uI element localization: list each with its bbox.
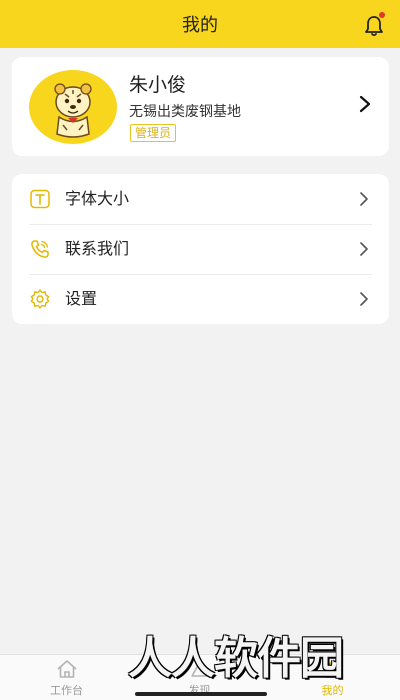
page-title: 我的 (182, 15, 218, 36)
menu-item-settings[interactable]: 设置 (12, 274, 389, 324)
profile-arrow-button[interactable] (357, 93, 373, 115)
notification-bell-button[interactable] (362, 12, 386, 38)
phone-icon (29, 238, 51, 260)
menu-item-label: 字体大小 (65, 189, 130, 208)
chevron-right-icon (359, 95, 371, 113)
role-badge: 管理员 (130, 124, 177, 142)
tab-workbench[interactable]: 工作台 (0, 655, 133, 700)
tab-label: 工作台 (50, 684, 83, 697)
menu-item-label: 设置 (65, 289, 98, 308)
chevron-right-icon (359, 291, 369, 307)
watermark-text: 人人软件园 (128, 633, 344, 684)
menu-item-contact-us[interactable]: 联系我们 (12, 224, 389, 274)
chevron-right-icon (359, 241, 369, 257)
top-navigation-bar: 我的 (0, 0, 400, 48)
font-size-icon (29, 188, 51, 210)
settings-menu: 字体大小 联系我们 设置 (12, 174, 389, 324)
avatar[interactable] (29, 70, 117, 144)
profile-card[interactable]: 朱小俊 无锡出类废钢基地 管理员 (12, 57, 389, 156)
user-name: 朱小俊 (129, 74, 187, 96)
gear-icon (29, 288, 51, 310)
user-organization: 无锡出类废钢基地 (129, 104, 241, 120)
home-indicator[interactable] (135, 692, 267, 696)
notification-dot (379, 12, 385, 18)
menu-item-label: 联系我们 (65, 239, 130, 258)
tiger-avatar-icon (54, 83, 92, 138)
menu-item-font-size[interactable]: 字体大小 (12, 174, 389, 224)
home-icon (56, 659, 78, 679)
chevron-right-icon (359, 191, 369, 207)
